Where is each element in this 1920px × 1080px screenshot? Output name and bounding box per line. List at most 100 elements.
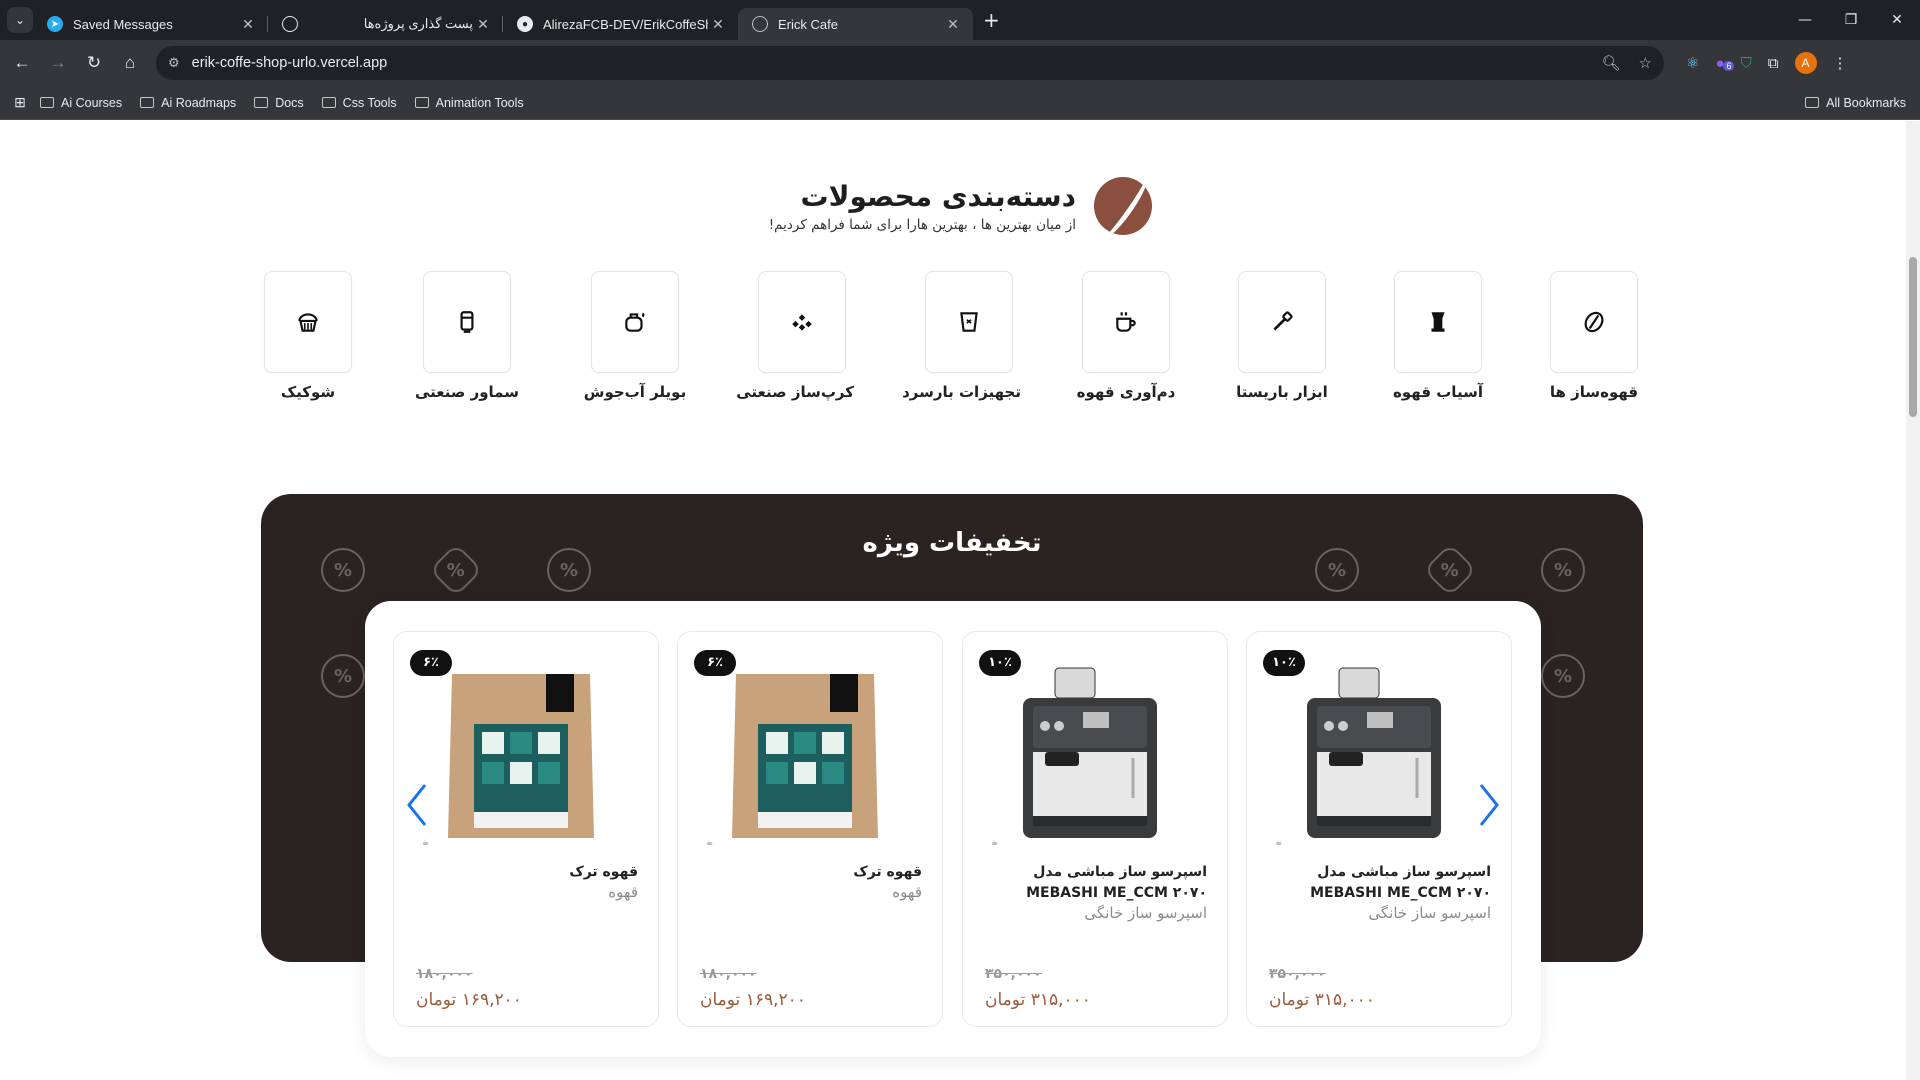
scrollbar-thumb[interactable]: [1909, 257, 1917, 417]
category-cold-bar[interactable]: تجهیزات بارسرد: [902, 271, 1021, 401]
product-card[interactable]: ۱۰٪ ☕︎ اسپرسو ساز مباشی مدل MEBASHI ME_C…: [962, 631, 1228, 1027]
category-tile[interactable]: [925, 271, 1013, 373]
category-tile[interactable]: [423, 271, 511, 373]
zoom-icon[interactable]: 🔍︎: [1602, 54, 1621, 72]
section-subtitle: از میان بهترین ها ، بهترین هارا برای شما…: [768, 216, 1076, 233]
url-text[interactable]: erik-coffe-shop-urlo.vercel.app: [192, 55, 1602, 71]
bookmark-folder[interactable]: Ai Courses: [40, 96, 122, 110]
bookmark-star-icon[interactable]: ☆: [1639, 54, 1652, 72]
folder-icon: [1805, 97, 1820, 108]
coffee-bean-logo-icon: [1094, 177, 1152, 235]
product-card[interactable]: ۶٪ ☕︎ قهوه ترک قهوه ۱۸۰,۰۰۰ ۱۶۹,۲۰۰ توما…: [393, 631, 659, 1027]
category-label: کرپ‌ساز صنعتی: [736, 383, 854, 401]
product-name[interactable]: قهوه ترک: [696, 862, 922, 883]
restore-icon[interactable]: ❐: [1828, 12, 1874, 28]
brew-cup-icon: [1116, 312, 1136, 332]
apps-grid-icon[interactable]: ⊞: [0, 94, 40, 111]
close-window-icon[interactable]: ✕: [1874, 12, 1920, 28]
category-cupcake[interactable]: شوکیک: [256, 271, 360, 401]
chatgpt-icon: [282, 16, 298, 32]
category-tile[interactable]: [1238, 271, 1326, 373]
new-tab-button[interactable]: +: [983, 8, 1000, 32]
extension-icon[interactable]: ● 6: [1715, 55, 1735, 72]
slider-next-arrow-icon[interactable]: [1475, 781, 1503, 829]
category-label: شوکیک: [280, 383, 336, 401]
category-tile[interactable]: [758, 271, 846, 373]
product-card[interactable]: ۱۰٪ ☕︎ اسپرسو ساز مباشی مدل MEBASHI ME_C…: [1246, 631, 1512, 1027]
tab-title: Saved Messages: [73, 16, 173, 32]
close-tab-icon[interactable]: ✕: [473, 16, 493, 33]
product-category: قهوه: [608, 883, 638, 901]
product-name[interactable]: اسپرسو ساز مباشی مدل MEBASHI ME_CCM ۲۰۷۰: [981, 862, 1207, 904]
site-info-icon[interactable]: ⚙: [168, 55, 180, 71]
close-tab-icon[interactable]: ✕: [708, 16, 728, 33]
category-samovar[interactable]: سماور صنعتی: [415, 271, 519, 401]
address-bar[interactable]: ⚙ erik-coffe-shop-urlo.vercel.app 🔍︎ ☆: [156, 46, 1664, 80]
page-scrollbar[interactable]: [1906, 121, 1920, 1080]
reload-icon[interactable]: ↻: [76, 53, 112, 73]
home-icon[interactable]: ⌂: [112, 53, 148, 73]
bookmark-folder[interactable]: Animation Tools: [414, 96, 524, 110]
brand-logo-icon: ☕︎: [991, 838, 999, 847]
back-icon[interactable]: ←: [4, 53, 40, 73]
tab-erick-cafe[interactable]: Erick Cafe ✕: [738, 8, 973, 40]
category-coffee-brewing[interactable]: دم‌آوری قهوه: [1074, 271, 1178, 401]
old-price: ۱۸۰,۰۰۰: [416, 966, 473, 982]
product-name[interactable]: اسپرسو ساز مباشی مدل MEBASHI ME_CCM ۲۰۷۰: [1265, 862, 1491, 904]
tab-github-repo[interactable]: ● AlirezaFCB-DEV/ErikCoffeShop ✕: [503, 8, 738, 40]
folder-icon: [414, 97, 429, 108]
category-barista-tools[interactable]: ابزار باریستا: [1230, 271, 1334, 401]
avatar[interactable]: A: [1794, 52, 1817, 74]
category-tile[interactable]: [1082, 271, 1170, 373]
percent-decor-icon: %: [321, 654, 365, 698]
slider-prev-arrow-icon[interactable]: [403, 781, 431, 829]
percent-decor-icon: %: [1541, 548, 1585, 592]
close-tab-icon[interactable]: ✕: [943, 16, 963, 33]
coffee-bean-icon: [1584, 311, 1604, 333]
bookmark-folder[interactable]: Css Tools: [321, 96, 397, 110]
old-price: ۳۵۰,۰۰۰: [985, 966, 1042, 982]
bookmark-folder[interactable]: Ai Roadmaps: [140, 96, 236, 110]
folder-icon: [321, 97, 336, 108]
tab-saved-messages[interactable]: ➤ Saved Messages ✕: [33, 8, 268, 40]
espresso-machine-image: [1023, 667, 1157, 838]
category-boiler[interactable]: بویلر آب‌جوش: [583, 271, 687, 401]
barista-tool-icon: [1273, 311, 1293, 331]
category-tile[interactable]: [264, 271, 352, 373]
extension-badge: 6: [1723, 60, 1735, 71]
category-label: ابزار باریستا: [1236, 383, 1328, 401]
bookmark-folder[interactable]: Docs: [254, 96, 304, 110]
product-category: قهوه: [892, 883, 922, 901]
category-list: قهوه‌ساز ها آسیاب قهوه ابزار باریستا دم‌…: [260, 271, 1646, 411]
category-tile[interactable]: [591, 271, 679, 373]
all-bookmarks[interactable]: All Bookmarks: [1805, 96, 1906, 110]
category-coffee-makers[interactable]: قهوه‌ساز ها: [1542, 271, 1646, 401]
tab-project-posting[interactable]: پست گذاری پروژه‌ها ✕: [268, 8, 503, 40]
minimize-icon[interactable]: —: [1782, 12, 1828, 28]
tab-search-button[interactable]: ⌄: [7, 7, 33, 33]
category-crepe-maker[interactable]: کرپ‌ساز صنعتی: [736, 271, 854, 401]
category-grinder[interactable]: آسیاب قهوه: [1386, 271, 1490, 401]
espresso-machine-image: [1307, 667, 1441, 838]
shield-extension-icon[interactable]: ⛉: [1741, 55, 1752, 72]
coffee-bag-image: [448, 674, 594, 838]
categories-header: دسته‌بندی محصولات از میان بهترین ها ، به…: [740, 171, 1152, 241]
github-icon: ●: [517, 16, 533, 32]
category-tile[interactable]: [1394, 271, 1482, 373]
cold-bar-cup-icon: [960, 312, 978, 332]
browser-toolbar: ← → ↻ ⌂ ⚙ erik-coffe-shop-urlo.vercel.ap…: [0, 40, 1920, 86]
discounted-price: ۱۶۹,۲۰۰ تومان: [416, 990, 522, 1010]
menu-kebab-icon[interactable]: ⋮: [1833, 54, 1848, 72]
extensions-puzzle-icon[interactable]: ⧉: [1768, 55, 1779, 72]
discounted-price: ۱۶۹,۲۰۰ تومان: [700, 990, 806, 1010]
old-price: ۳۵۰,۰۰۰: [1269, 966, 1326, 982]
folder-icon: [140, 97, 155, 108]
close-tab-icon[interactable]: ✕: [238, 16, 258, 33]
forward-icon[interactable]: →: [40, 53, 76, 73]
percent-decor-icon: %: [1315, 548, 1359, 592]
category-tile[interactable]: [1550, 271, 1638, 373]
product-name[interactable]: قهوه ترک: [412, 862, 638, 883]
react-devtools-icon[interactable]: ⚛: [1686, 54, 1699, 72]
grinder-icon: [1431, 312, 1445, 332]
product-card[interactable]: ۶٪ ☕︎ قهوه ترک قهوه ۱۸۰,۰۰۰ ۱۶۹,۲۰۰ توما…: [677, 631, 943, 1027]
